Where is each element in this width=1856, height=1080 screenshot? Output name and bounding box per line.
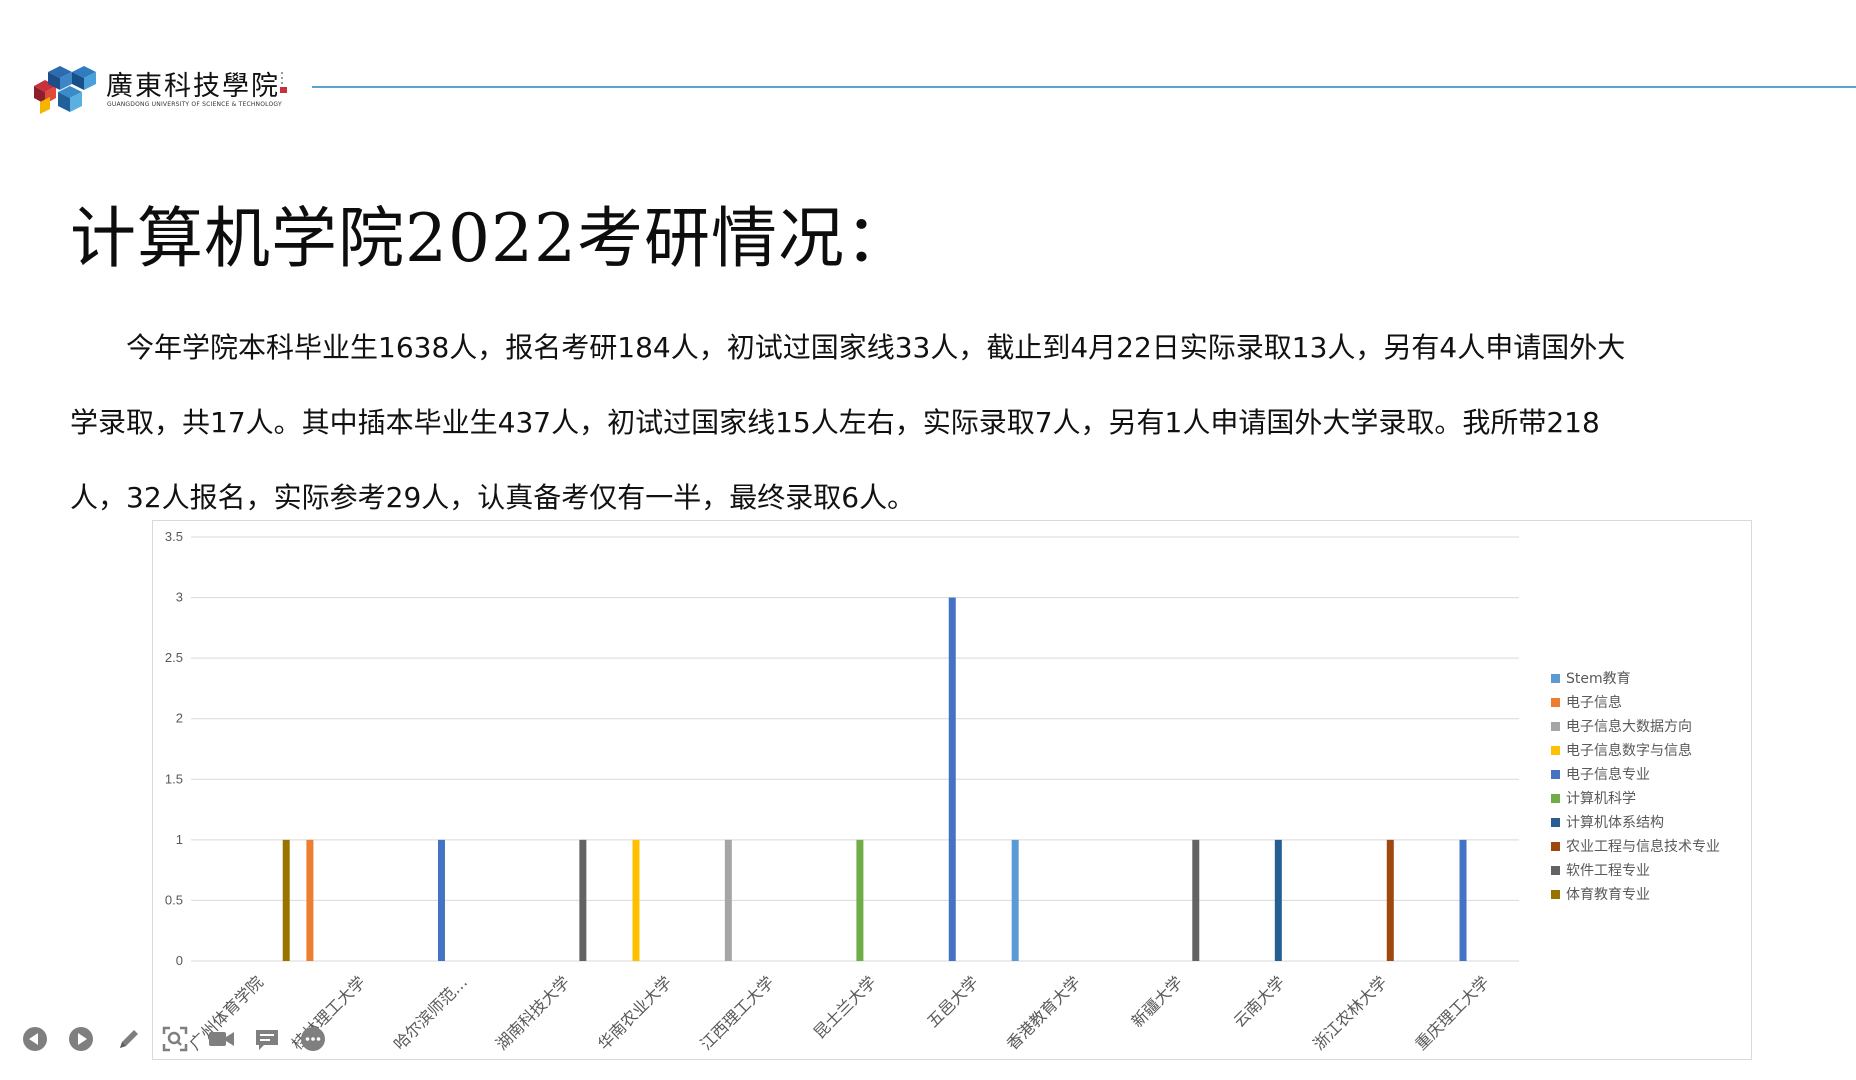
legend-swatch (1551, 722, 1560, 731)
x-tick-label: 云南大学 (1230, 972, 1289, 1031)
bar (948, 597, 956, 961)
subtitle-icon[interactable] (250, 1022, 284, 1056)
pen-icon[interactable] (112, 1022, 146, 1056)
bar (306, 839, 314, 961)
bar (1459, 839, 1467, 961)
y-tick-label: 1.5 (165, 771, 183, 786)
bar (724, 839, 732, 961)
bar-chart: 00.511.522.533.5广州体育学院 桂林理工大学 哈尔滨师范… 湖南科技大学… (165, 529, 1720, 1054)
x-tick-label: 哈尔滨师范… (390, 972, 471, 1053)
header-divider (312, 86, 1856, 88)
legend-label: 计算机体系结构 (1566, 815, 1664, 831)
legend-swatch (1551, 674, 1560, 683)
legend-label: 电子信息专业 (1566, 766, 1650, 783)
x-tick-label: 昆士兰大学 (810, 972, 880, 1042)
next-icon[interactable] (64, 1022, 98, 1056)
video-icon[interactable] (204, 1022, 238, 1056)
prev-icon[interactable] (18, 1022, 52, 1056)
bar (1386, 839, 1394, 961)
x-tick-label: 新疆大学 (1128, 972, 1187, 1031)
legend-swatch (1551, 842, 1560, 851)
legend-swatch (1551, 890, 1560, 899)
legend-swatch (1551, 866, 1560, 875)
paragraph-line: 学录取，共17人。其中插本毕业生437人，初试过国家线15人左右，实际录取7人，… (70, 406, 1600, 439)
y-tick-label: 0 (176, 953, 183, 968)
x-tick-label: 浙江农林大学 (1309, 972, 1390, 1053)
university-logo (34, 66, 96, 114)
legend-label: 电子信息数字与信息 (1566, 742, 1692, 759)
slide-title: 计算机学院2022考研情况： (70, 200, 912, 277)
legend-label: 体育教育专业 (1566, 887, 1650, 903)
x-tick-label: 江西理工大学 (696, 972, 777, 1053)
chart-container: 0 0.5 1 1.5 2 2.5 3 3.5 广州体育学院 桂林理工大学 哈尔滨师范… 湖南科技大学… (152, 520, 1752, 1060)
seal-icon (280, 72, 287, 93)
legend-swatch (1551, 794, 1560, 803)
y-tick-label: 1 (176, 832, 183, 847)
bar (282, 839, 290, 961)
legend-label: 计算机科学 (1566, 791, 1636, 807)
legend-swatch (1551, 698, 1560, 707)
zoom-icon[interactable] (158, 1022, 192, 1056)
y-tick-label: 2 (176, 711, 183, 726)
school-name: 廣東科技學院 (106, 71, 280, 102)
x-tick-label: 华南农业大学 (594, 972, 675, 1053)
bar (856, 839, 864, 961)
x-tick-label: 重庆理工大学 (1411, 972, 1492, 1053)
legend-label: Stem教育 (1566, 671, 1631, 687)
bar (437, 839, 445, 961)
legend-swatch (1551, 770, 1560, 779)
legend-swatch (1551, 746, 1560, 755)
legend-label: 电子信息 (1566, 694, 1622, 711)
slide-header: 廣東科技學院 GUANGDONG UNIVERSITY OF SCIENCE &… (0, 0, 1856, 120)
paragraph-line: 今年学院本科毕业生1638人，报名考研184人，初试过国家线33人，截止到4月2… (70, 331, 1626, 364)
legend-swatch (1551, 818, 1560, 827)
bar (632, 839, 640, 961)
x-tick-label: 湖南科技大学 (492, 972, 573, 1053)
legend-label: 软件工程专业 (1566, 863, 1650, 879)
legend-label: 电子信息大数据方向 (1566, 718, 1692, 735)
more-icon[interactable] (296, 1022, 330, 1056)
y-tick-label: 2.5 (165, 650, 183, 665)
bar (1274, 839, 1282, 961)
x-tick-label: 五邑大学 (923, 972, 982, 1031)
y-tick-label: 0.5 (165, 892, 183, 907)
bar (1011, 839, 1019, 961)
legend-label: 农业工程与信息技术专业 (1566, 838, 1720, 855)
bar (1192, 839, 1200, 961)
x-tick-label: 香港教育大学 (1003, 972, 1084, 1053)
y-tick-label: 3.5 (165, 529, 183, 544)
slide-paragraph: 今年学院本科毕业生1638人，报名考研184人，初试过国家线33人，截止到4月2… (70, 310, 1790, 535)
bar (579, 839, 587, 961)
school-name-en: GUANGDONG UNIVERSITY OF SCIENCE & TECHNO… (107, 101, 282, 108)
y-tick-label: 3 (176, 590, 183, 605)
